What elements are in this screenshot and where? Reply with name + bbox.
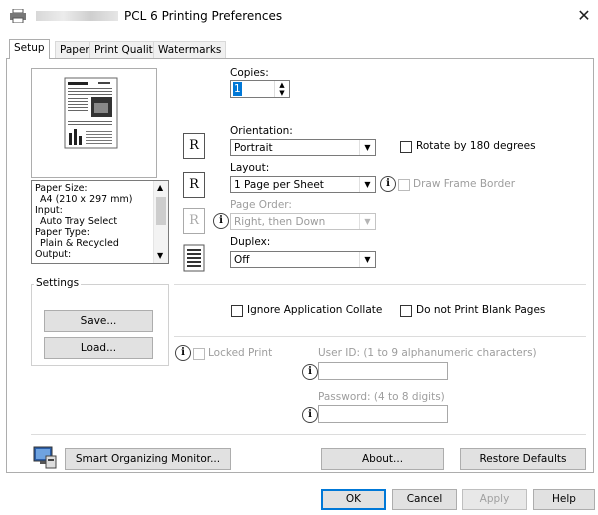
list-item: Plain & Recycled (40, 238, 119, 249)
layout-value: 1 Page per Sheet (234, 179, 324, 191)
layout-select[interactable]: 1 Page per Sheet ▼ (230, 176, 376, 193)
duplex-label: Duplex: (230, 236, 271, 248)
preview-page-image (64, 77, 118, 149)
save-button[interactable]: Save... (44, 310, 153, 332)
close-icon[interactable]: ✕ (573, 5, 595, 27)
draw-frame-border-checkbox[interactable] (398, 179, 410, 191)
restore-defaults-button[interactable]: Restore Defaults (460, 448, 586, 470)
info-icon[interactable]: i (302, 407, 318, 423)
settings-summary-list[interactable]: Paper Size: A4 (210 x 297 mm) Input: Aut… (31, 180, 169, 264)
separator (174, 284, 586, 285)
copies-label: Copies: (230, 67, 269, 79)
layout-one-page-icon: R (183, 172, 205, 198)
user-id-label: User ID: (1 to 9 alphanumeric characters… (318, 347, 537, 359)
info-icon[interactable]: i (380, 176, 396, 192)
title-bar: PCL 6 Printing Preferences ✕ (0, 0, 598, 32)
list-item: Output: (35, 249, 72, 260)
stepper-down-icon[interactable]: ▼ (275, 89, 289, 97)
separator (31, 434, 586, 435)
layout-label: Layout: (230, 162, 270, 174)
apply-button[interactable]: Apply (462, 489, 527, 510)
copies-spinbox[interactable]: 1 ▲ ▼ (230, 80, 290, 98)
list-item: Paper Type: (35, 227, 90, 238)
list-item: Paper Size: (35, 183, 88, 194)
rotate-180-checkbox[interactable] (400, 141, 412, 153)
skip-blank-pages-checkbox[interactable] (400, 305, 412, 317)
orientation-label: Orientation: (230, 125, 293, 137)
page-order-label: Page Order: (230, 199, 292, 211)
ignore-collate-checkbox[interactable] (231, 305, 243, 317)
about-button[interactable]: About... (321, 448, 444, 470)
load-button[interactable]: Load... (44, 337, 153, 359)
user-id-field[interactable] (318, 362, 448, 380)
orientation-value: Portrait (234, 142, 273, 154)
ignore-collate-label: Ignore Application Collate (247, 304, 383, 316)
separator (174, 336, 586, 337)
list-item: Input: (35, 205, 63, 216)
page-order-value: Right, then Down (234, 216, 326, 228)
page-order-select[interactable]: Right, then Down ▼ (230, 213, 376, 230)
cancel-button[interactable]: Cancel (392, 489, 457, 510)
window-title: PCL 6 Printing Preferences (124, 9, 283, 23)
orientation-select[interactable]: Portrait ▼ (230, 139, 376, 156)
draw-frame-border-label: Draw Frame Border (413, 178, 516, 190)
duplex-select[interactable]: Off ▼ (230, 251, 376, 268)
info-icon[interactable]: i (213, 213, 229, 229)
tab-watermarks[interactable]: Watermarks (153, 41, 227, 59)
list-scrollbar[interactable]: ▲ ▼ (153, 181, 168, 263)
orientation-portrait-icon: R (183, 133, 205, 159)
copies-value[interactable]: 1 (233, 82, 242, 96)
stepper-up-icon[interactable]: ▲ (275, 81, 289, 89)
scroll-up-icon[interactable]: ▲ (157, 183, 163, 192)
copies-stepper[interactable]: ▲ ▼ (274, 81, 289, 97)
chevron-down-icon[interactable]: ▼ (359, 252, 375, 267)
rotate-180-label: Rotate by 180 degrees (416, 140, 536, 152)
list-item: Auto Tray Select (40, 216, 118, 227)
skip-blank-pages-label: Do not Print Blank Pages (416, 304, 546, 316)
ok-button[interactable]: OK (321, 489, 386, 510)
list-item: A4 (210 x 297 mm) (40, 194, 133, 205)
locked-print-label: Locked Print (208, 347, 273, 359)
chevron-down-icon[interactable]: ▼ (359, 214, 375, 229)
printer-icon (10, 9, 26, 23)
help-button[interactable]: Help (533, 489, 595, 510)
info-icon[interactable]: i (175, 345, 191, 361)
locked-print-checkbox[interactable] (193, 348, 205, 360)
password-field[interactable] (318, 405, 448, 423)
settings-group-label: Settings (34, 277, 82, 289)
scroll-thumb[interactable] (156, 197, 166, 225)
monitor-icon (33, 446, 57, 469)
chevron-down-icon[interactable]: ▼ (359, 140, 375, 155)
duplex-off-icon (183, 244, 205, 272)
chevron-down-icon[interactable]: ▼ (359, 177, 375, 192)
redacted-printer-name (36, 11, 118, 21)
info-icon[interactable]: i (302, 364, 318, 380)
scroll-down-icon[interactable]: ▼ (157, 251, 163, 260)
duplex-value: Off (234, 254, 250, 266)
tab-setup[interactable]: Setup (9, 39, 50, 59)
password-label: Password: (4 to 8 digits) (318, 391, 445, 403)
page-order-icon: R (183, 208, 205, 234)
smart-organizing-monitor-button[interactable]: Smart Organizing Monitor... (65, 448, 231, 470)
